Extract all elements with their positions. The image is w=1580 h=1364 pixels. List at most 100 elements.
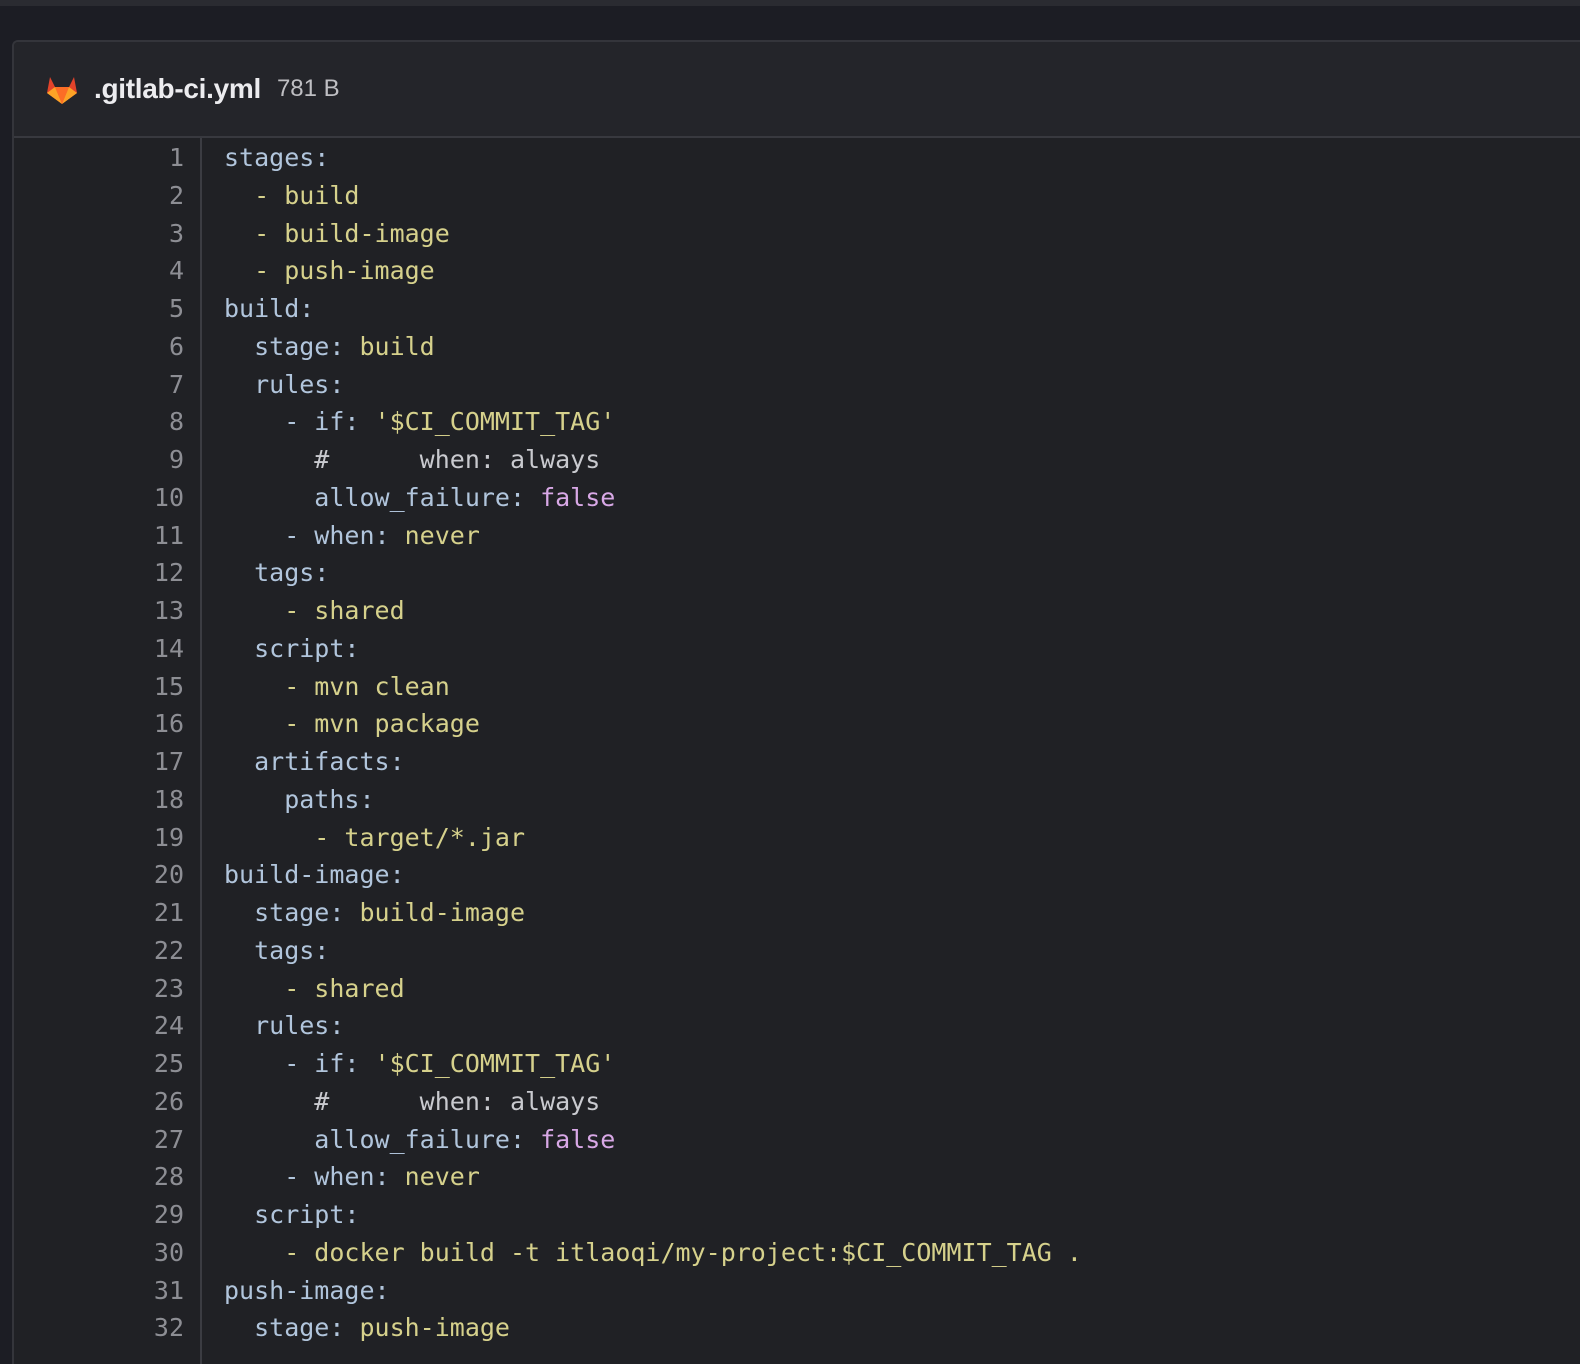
line-number[interactable]: 29 [14,1196,200,1234]
line-number[interactable]: 5 [14,290,200,328]
line-number[interactable]: 32 [14,1309,200,1347]
code-line: allow_failure: false [224,479,1580,517]
code-line: - docker build -t itlaoqi/my-project:$CI… [224,1234,1580,1272]
code-token: # when: always [224,445,601,474]
line-number[interactable]: 8 [14,403,200,441]
line-number[interactable]: 19 [14,819,200,857]
code-line: script: [224,630,1580,668]
code-token: stages: [224,143,330,172]
code-line: stage: build-image [224,894,1580,932]
code-token: - when: [224,1162,405,1192]
code-line: - push-image [224,252,1580,290]
code-line: - when: never [224,1158,1580,1196]
code-token: allow_failure: [224,482,541,512]
code-line: rules: [224,366,1580,404]
line-number[interactable]: 9 [14,441,200,479]
line-number[interactable]: 11 [14,517,200,555]
line-number[interactable]: 3 [14,215,200,253]
code-line: stage: build [224,328,1580,366]
line-number[interactable]: 27 [14,1121,200,1159]
line-number[interactable]: 20 [14,856,200,894]
code-token: - docker build -t itlaoqi/my-project:$CI… [224,1237,1082,1267]
line-number[interactable]: 18 [14,781,200,819]
file-header: .gitlab-ci.yml 781 B [14,42,1580,138]
line-number[interactable]: 28 [14,1158,200,1196]
code-line: - build-image [224,215,1580,253]
code-token: script: [224,1200,360,1229]
line-number[interactable]: 12 [14,554,200,592]
code-view: 1 2 3 4 5 6 7 8 9 10 11 12 13 14 15 16 17 18 19 20 21 22 23 24 2… [14,138,1580,1364]
code-token: allow_failure: [224,1124,541,1154]
line-number[interactable]: 31 [14,1272,200,1310]
code-line: tags: [224,932,1580,970]
code-token: push-image: [224,1275,390,1305]
code-token: false [540,482,616,512]
code-token: build [359,331,435,361]
line-number[interactable]: 7 [14,366,200,404]
code-token: - build-image [224,218,450,248]
code-token: stage: [224,331,360,361]
code-line: script: [224,1196,1580,1234]
code-token: build-image: [224,860,405,890]
code-token: push-image [359,1313,510,1343]
code-token: false [540,1124,616,1154]
code-line: paths: [224,781,1580,819]
line-number[interactable]: 13 [14,592,200,630]
code-token: - if: [224,1049,375,1078]
line-number[interactable]: 26 [14,1083,200,1121]
code-line: rules: [224,1007,1580,1045]
line-number[interactable]: 6 [14,328,200,366]
line-number[interactable]: 17 [14,743,200,781]
line-number[interactable]: 25 [14,1045,200,1083]
file-size: 781 B [276,75,340,102]
code-token: - mvn clean [224,671,450,701]
line-number[interactable]: 23 [14,970,200,1008]
code-line: build-image: [224,856,1580,894]
code-line: allow_failure: false [224,1121,1580,1159]
code-token: artifacts: [224,747,405,776]
line-number-gutter: 1 2 3 4 5 6 7 8 9 10 11 12 13 14 15 16 17 18 19 20 21 22 23 24 2… [14,138,202,1364]
code-token: script: [224,633,360,663]
code-token: rules: [224,1011,345,1041]
line-number[interactable]: 1 [14,139,200,177]
gitlab-fox-icon [44,72,80,106]
code-line: - target/*.jar [224,819,1580,857]
code-token: - if: [224,407,375,437]
code-token: - shared [224,973,405,1003]
code-token: stage: [224,1313,360,1343]
line-number[interactable]: 22 [14,932,200,970]
code-line: push-image: [224,1272,1580,1310]
code-line: tags: [224,554,1580,592]
file-viewer: .gitlab-ci.yml 781 B 1 2 3 4 5 6 7 8 9 10 11 12 13 14… [12,40,1580,1364]
code-token: tags: [224,558,330,588]
code-token: - build [224,180,360,210]
code-token: tags: [224,935,330,965]
code-line: # when: always [224,1083,1580,1121]
line-number[interactable]: 15 [14,668,200,706]
line-number[interactable]: 21 [14,894,200,932]
code-line: - if: '$CI_COMMIT_TAG' [224,403,1580,441]
code-line: stage: push-image [224,1309,1580,1347]
line-number[interactable]: 2 [14,177,200,215]
code-content: stages: - build - build-image - push-ima… [202,138,1580,1364]
top-divider-strip [0,0,1580,6]
code-line: build: [224,290,1580,328]
code-token: never [404,520,480,550]
code-token: rules: [224,369,345,399]
code-token: - shared [224,596,405,625]
code-token: - mvn package [224,709,480,739]
line-number[interactable]: 30 [14,1234,200,1272]
code-line: - shared [224,592,1580,630]
line-number[interactable]: 14 [14,630,200,668]
code-line: - build [224,177,1580,215]
code-token: - when: [224,520,405,550]
file-name[interactable]: .gitlab-ci.yml [94,73,261,105]
code-line: - mvn clean [224,668,1580,706]
line-number[interactable]: 4 [14,252,200,290]
code-line: stages: [224,139,1580,177]
code-line: - mvn package [224,705,1580,743]
code-line: - when: never [224,517,1580,555]
line-number[interactable]: 24 [14,1007,200,1045]
line-number[interactable]: 16 [14,705,200,743]
line-number[interactable]: 10 [14,479,200,517]
